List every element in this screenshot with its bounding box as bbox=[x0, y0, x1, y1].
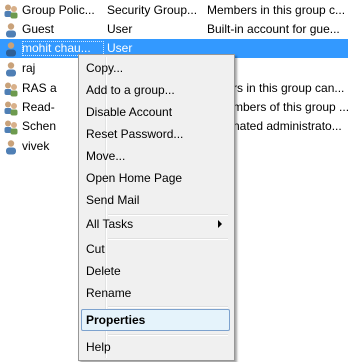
menu-item-label: Copy... bbox=[86, 61, 124, 75]
submenu-arrow-icon bbox=[218, 220, 222, 228]
menu-separator bbox=[108, 306, 228, 308]
group-icon bbox=[4, 101, 18, 116]
menu-item-rename[interactable]: Rename bbox=[81, 282, 230, 304]
menu-item-label: Disable Account bbox=[86, 105, 173, 119]
menu-item-all-tasks[interactable]: All Tasks bbox=[81, 213, 230, 235]
menu-item-open-home-page[interactable]: Open Home Page bbox=[81, 167, 230, 189]
group-icon bbox=[4, 4, 18, 19]
menu-item-label: Reset Password... bbox=[86, 127, 184, 141]
menu-item-copy[interactable]: Copy... bbox=[81, 57, 230, 79]
context-menu: Copy... Add to a group... Disable Accoun… bbox=[78, 54, 235, 361]
list-item-description: Built-in account for gue... bbox=[207, 22, 340, 36]
menu-item-label: Delete bbox=[86, 264, 121, 278]
list-item-type: User bbox=[107, 22, 133, 36]
user-icon bbox=[6, 62, 16, 77]
menu-item-label: Help bbox=[86, 340, 111, 354]
list-item-description: nated administrato... bbox=[233, 119, 342, 133]
menu-item-label: Add to a group... bbox=[86, 83, 175, 97]
list-item-description: rs in this group can... bbox=[233, 81, 345, 95]
menu-item-label: All Tasks bbox=[86, 217, 134, 231]
menu-item-disable-account[interactable]: Disable Account bbox=[81, 101, 230, 123]
group-icon bbox=[4, 120, 18, 135]
list-item-type: Security Group... bbox=[107, 3, 198, 17]
list-item-description: Members in this group c... bbox=[207, 3, 346, 17]
menu-item-properties[interactable]: Properties bbox=[81, 309, 230, 331]
menu-item-label: Cut bbox=[86, 242, 105, 256]
list-item-description: mbers of this group ... bbox=[233, 100, 348, 114]
list-item-name: Group Polic... bbox=[22, 3, 95, 17]
menu-item-label: Move... bbox=[86, 149, 126, 163]
menu-item-label: Rename bbox=[86, 286, 132, 300]
user-icon bbox=[6, 42, 16, 57]
menu-item-help[interactable]: Help bbox=[81, 336, 230, 358]
list-item[interactable]: Group Polic... Security Group... Members… bbox=[0, 1, 348, 20]
menu-item-label: Open Home Page bbox=[86, 171, 183, 185]
user-icon bbox=[6, 140, 16, 155]
menu-item-label: Send Mail bbox=[86, 193, 140, 207]
menu-item-send-mail[interactable]: Send Mail bbox=[81, 189, 230, 211]
menu-item-add-to-group[interactable]: Add to a group... bbox=[81, 79, 230, 101]
list-item[interactable]: Guest User Built-in account for gue... bbox=[0, 20, 348, 39]
menu-item-move[interactable]: Move... bbox=[81, 145, 230, 167]
menu-item-label: Properties bbox=[86, 313, 146, 327]
menu-item-reset-password[interactable]: Reset Password... bbox=[81, 123, 230, 145]
user-icon bbox=[6, 23, 16, 38]
list-item-name: Guest bbox=[22, 22, 55, 36]
menu-item-cut[interactable]: Cut bbox=[81, 238, 230, 260]
group-icon bbox=[4, 82, 18, 97]
menu-item-delete[interactable]: Delete bbox=[81, 260, 230, 282]
